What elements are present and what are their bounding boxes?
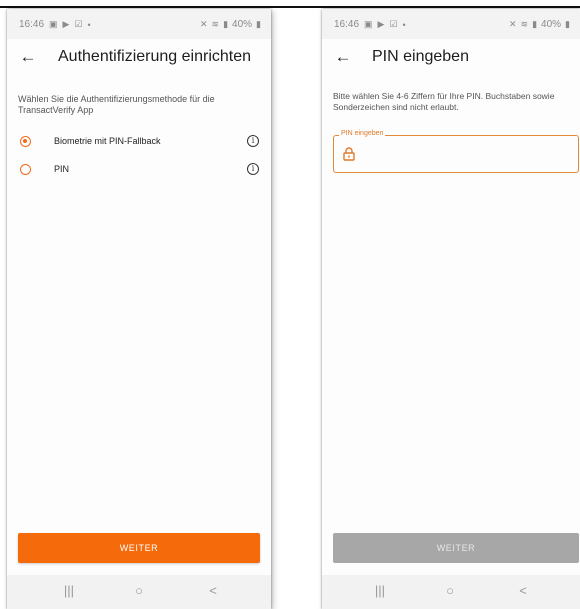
recents-icon[interactable]: ||| bbox=[57, 583, 81, 598]
info-icon[interactable]: i bbox=[247, 135, 259, 147]
app-bar: ← PIN eingeben bbox=[322, 39, 580, 79]
check-notification-icon: ☑ bbox=[74, 19, 83, 29]
gallery-icon: ▣ bbox=[364, 19, 373, 29]
pin-field-label: PIN eingeben bbox=[339, 130, 386, 137]
option-label: PIN bbox=[54, 164, 70, 174]
weiter-button-disabled[interactable]: WEITER bbox=[333, 533, 579, 563]
pin-description: Bitte wählen Sie 4-6 Ziffern für Ihre PI… bbox=[333, 91, 555, 112]
back-icon[interactable]: < bbox=[511, 583, 535, 598]
radio-selected-icon[interactable] bbox=[20, 136, 31, 147]
dot-icon: • bbox=[402, 19, 406, 30]
page-title: PIN eingeben bbox=[372, 48, 469, 65]
phone-screen-pin-entry: 16:46 ▣ ▶ ☑ • ✕ ≋ ▮ 40% ▮ ← PIN eingeben… bbox=[322, 9, 580, 609]
play-store-icon: ▶ bbox=[377, 19, 385, 29]
recents-icon[interactable]: ||| bbox=[368, 583, 392, 598]
dot-icon: • bbox=[87, 19, 91, 30]
info-icon[interactable]: i bbox=[247, 163, 259, 175]
android-nav-bar: ||| ○ < bbox=[322, 575, 580, 609]
status-time: 16:46 bbox=[334, 19, 360, 30]
page-title: Authentifizierung einrichten bbox=[58, 48, 252, 65]
back-arrow-icon[interactable]: ← bbox=[18, 47, 38, 67]
battery-icon: ▮ bbox=[256, 19, 261, 29]
home-icon[interactable]: ○ bbox=[127, 583, 151, 598]
phone-screen-auth-method: 16:46 ▣ ▶ ☑ • ✕ ≋ ▮ 40% ▮ ← Authentifizi… bbox=[7, 9, 271, 609]
wifi-icon: ≋ bbox=[211, 19, 220, 29]
status-bar: 16:46 ▣ ▶ ☑ • ✕ ≋ ▮ 40% ▮ bbox=[7, 9, 271, 39]
gallery-icon: ▣ bbox=[49, 19, 58, 29]
signal-icon: ▮ bbox=[223, 19, 229, 29]
play-store-icon: ▶ bbox=[62, 19, 70, 29]
option-label: Biometrie mit PIN-Fallback bbox=[54, 136, 161, 146]
back-arrow-icon[interactable]: ← bbox=[333, 47, 353, 67]
battery-icon: ▮ bbox=[565, 19, 570, 29]
mute-icon: ✕ bbox=[508, 19, 517, 29]
android-nav-bar: ||| ○ < bbox=[7, 575, 271, 609]
status-time: 16:46 bbox=[19, 19, 45, 30]
signal-icon: ▮ bbox=[532, 19, 538, 29]
auth-method-description: Wählen Sie die Authentifizierungsmethode… bbox=[18, 94, 215, 115]
status-bar: 16:46 ▣ ▶ ☑ • ✕ ≋ ▮ 40% ▮ bbox=[322, 9, 580, 39]
wifi-icon: ≋ bbox=[520, 19, 529, 29]
mute-icon: ✕ bbox=[199, 19, 208, 29]
radio-unselected-icon[interactable] bbox=[20, 164, 31, 175]
back-icon[interactable]: < bbox=[201, 583, 225, 598]
weiter-button[interactable]: WEITER bbox=[18, 533, 260, 563]
top-divider-line bbox=[0, 6, 580, 8]
option-pin[interactable]: PIN i bbox=[18, 161, 261, 181]
pin-input-field[interactable]: PIN eingeben bbox=[333, 130, 579, 173]
lock-icon bbox=[343, 147, 355, 161]
app-bar: ← Authentifizierung einrichten bbox=[7, 39, 271, 79]
battery-percent: 40% bbox=[541, 19, 562, 30]
battery-percent: 40% bbox=[232, 19, 253, 30]
home-icon[interactable]: ○ bbox=[438, 583, 462, 598]
option-biometrie[interactable]: Biometrie mit PIN-Fallback i bbox=[18, 133, 261, 153]
check-notification-icon: ☑ bbox=[389, 19, 398, 29]
